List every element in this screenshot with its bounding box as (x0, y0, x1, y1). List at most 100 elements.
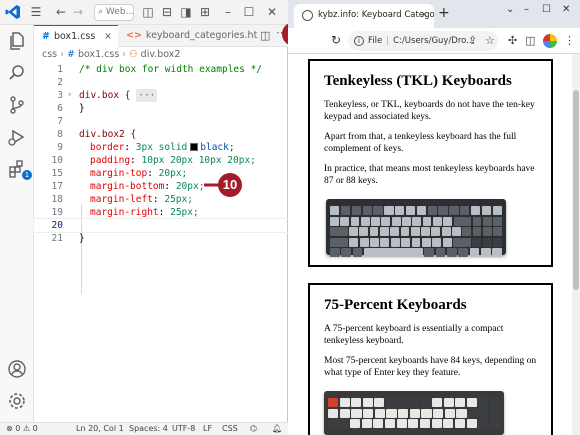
eol-setting[interactable]: LF (203, 423, 212, 435)
language-mode[interactable]: CSS (222, 423, 238, 435)
css-property: margin-top (90, 168, 148, 179)
close-tab-icon[interactable]: × (104, 26, 112, 47)
html-file-icon: <> (126, 30, 142, 41)
code-line: 10 padding: 10px 20px 10px 20px; (34, 154, 288, 167)
css-property: padding (90, 155, 131, 166)
browser-tab-title: kybz.info: Keyboard Categories (318, 10, 434, 20)
extensions-icon[interactable]: 1 (7, 159, 32, 180)
share-icon[interactable]: ⇪ (468, 34, 477, 47)
forward-arrow-icon[interactable]: → (72, 4, 84, 20)
breadcrumb-file[interactable]: box1.css (78, 49, 119, 60)
code-line: 6 } (34, 102, 288, 115)
css-value: 10px 20px 10px 20px; (141, 155, 256, 166)
tab-label: box1.css (53, 31, 96, 42)
reload-icon[interactable]: ↻ (331, 33, 341, 47)
current-code-line: 20 (33, 218, 289, 233)
tab-keyboard-categories-html[interactable]: <> keyboard_categories.html (118, 25, 258, 47)
line-number: 3 (57, 90, 63, 101)
css-value: 3px solid (135, 142, 188, 153)
css-value: 25px; (164, 194, 193, 205)
settings-gear-icon[interactable] (7, 391, 27, 411)
copilot-icon[interactable]: ⌬ (250, 423, 257, 435)
line-number: 21 (51, 233, 63, 244)
toggle-panel-icon[interactable]: ⊟ (161, 4, 173, 20)
scrollbar-thumb[interactable] (573, 90, 579, 290)
split-editor-icon[interactable]: ◫ (260, 29, 270, 42)
code-line: 2 (34, 76, 288, 89)
line-number: 6 (57, 103, 63, 114)
extensions-puzzle-icon[interactable]: ✣ (508, 34, 517, 47)
code-text: margin-right: 25px; (90, 207, 199, 218)
search-icon[interactable] (7, 63, 27, 83)
close-window-icon[interactable]: ✕ (562, 4, 570, 15)
tab-search-icon[interactable]: ⌄ (506, 4, 514, 15)
problems-indicator[interactable]: ⊗ 0 ⚠ 0 (6, 423, 38, 435)
menu-icon[interactable]: ☰ (29, 4, 43, 20)
toggle-secondary-sidebar-icon[interactable]: ◨ (180, 4, 192, 20)
line-number: 9 (57, 142, 63, 153)
editor-tab-bar: # box1.css × <> keyboard_categories.html ◫… (34, 25, 288, 47)
color-swatch[interactable] (190, 143, 199, 151)
breadcrumb-selector[interactable]: div.box2 (141, 49, 181, 60)
site-info-icon[interactable]: i (354, 36, 364, 46)
browser-tab[interactable]: kybz.info: Keyboard Categories × (294, 4, 434, 28)
browser-window: kybz.info: Keyboard Categories × + ⌄ – ☐… (288, 0, 580, 435)
notifications-bell-icon[interactable]: 🔔︎ (272, 423, 282, 435)
back-arrow-icon[interactable]: ← (55, 4, 67, 20)
tkl-keyboard-image (326, 195, 506, 259)
code-line: 1 /* div box for width examples */ (34, 63, 288, 76)
bookmark-star-icon[interactable]: ☆ (485, 34, 495, 47)
tab-box1-css[interactable]: # box1.css × (34, 25, 118, 47)
close-tab-icon[interactable]: × (420, 4, 428, 26)
page-scrollbar[interactable] (572, 54, 580, 435)
vscode-title-bar: ☰ ← → ⌕ Web... ◫ ⊟ ◨ ⊞ – ☐ ✕ (0, 0, 288, 25)
code-line: 3 › div.box { ··· (34, 89, 288, 102)
breadcrumb-folder[interactable]: css (42, 49, 57, 60)
browser-tab-bar: kybz.info: Keyboard Categories × + ⌄ – ☐… (288, 0, 580, 28)
run-debug-icon[interactable] (7, 127, 27, 147)
close-window-icon[interactable]: ✕ (266, 4, 278, 20)
selector-text: div.box { (79, 90, 131, 101)
css-property: margin-bottom (90, 181, 165, 192)
account-icon[interactable] (7, 359, 27, 379)
css-value: 20px; (158, 168, 188, 179)
encoding-setting[interactable]: UTF-8 (172, 423, 195, 435)
maximize-icon[interactable]: ☐ (243, 4, 255, 20)
card-paragraph: A 75-percent keyboard is essentially a c… (324, 324, 504, 346)
minimize-icon[interactable]: – (222, 4, 234, 20)
toggle-sidebar-icon[interactable]: ◫ (142, 4, 154, 20)
css-value: black; (200, 142, 235, 153)
indentation-setting[interactable]: Spaces: 4 (129, 423, 168, 435)
code-editor[interactable]: 1 /* div box for width examples */ 2 3 ›… (33, 63, 289, 422)
customize-layout-icon[interactable]: ⊞ (199, 4, 211, 20)
css-value: 25px; (170, 207, 199, 218)
cursor-position[interactable]: Ln 20, Col 1 (76, 423, 124, 435)
css-property: border (90, 142, 125, 153)
line-number: 19 (51, 207, 63, 218)
page-viewport: Tenkeyless (TKL) Keyboards Tenkeyless, o… (288, 54, 580, 435)
explorer-icon[interactable] (7, 31, 27, 51)
line-number: 18 (51, 194, 63, 205)
profile-avatar[interactable] (543, 34, 557, 48)
callout-step-10: 10 (218, 173, 242, 197)
code-text: div.box { ··· (79, 89, 158, 102)
code-text: } (79, 103, 85, 114)
code-line: 8 div.box2 { (34, 128, 288, 141)
code-line: 7 (34, 115, 288, 128)
maximize-icon[interactable]: ☐ (542, 4, 551, 15)
globe-icon (302, 10, 313, 21)
new-tab-button[interactable]: + (438, 5, 450, 21)
source-control-icon[interactable] (7, 95, 27, 115)
activity-bar: 1 (0, 25, 34, 422)
line-number: 2 (57, 77, 63, 88)
command-center-search[interactable]: ⌕ Web... (94, 4, 134, 21)
folded-region-ellipsis[interactable]: ··· (136, 89, 158, 102)
fold-chevron-icon[interactable]: › (67, 89, 72, 102)
card-paragraph: Apart from that, a tenkeyless keyboard h… (324, 132, 517, 154)
side-panel-icon[interactable]: ◫ (525, 34, 535, 47)
more-menu-icon[interactable]: ⋮ (564, 34, 575, 47)
code-text: div.box2 { (79, 129, 137, 140)
code-text: margin-top: 20px; (90, 168, 188, 179)
minimize-icon[interactable]: – (524, 4, 529, 15)
code-line: 19 margin-right: 25px; (34, 206, 288, 219)
